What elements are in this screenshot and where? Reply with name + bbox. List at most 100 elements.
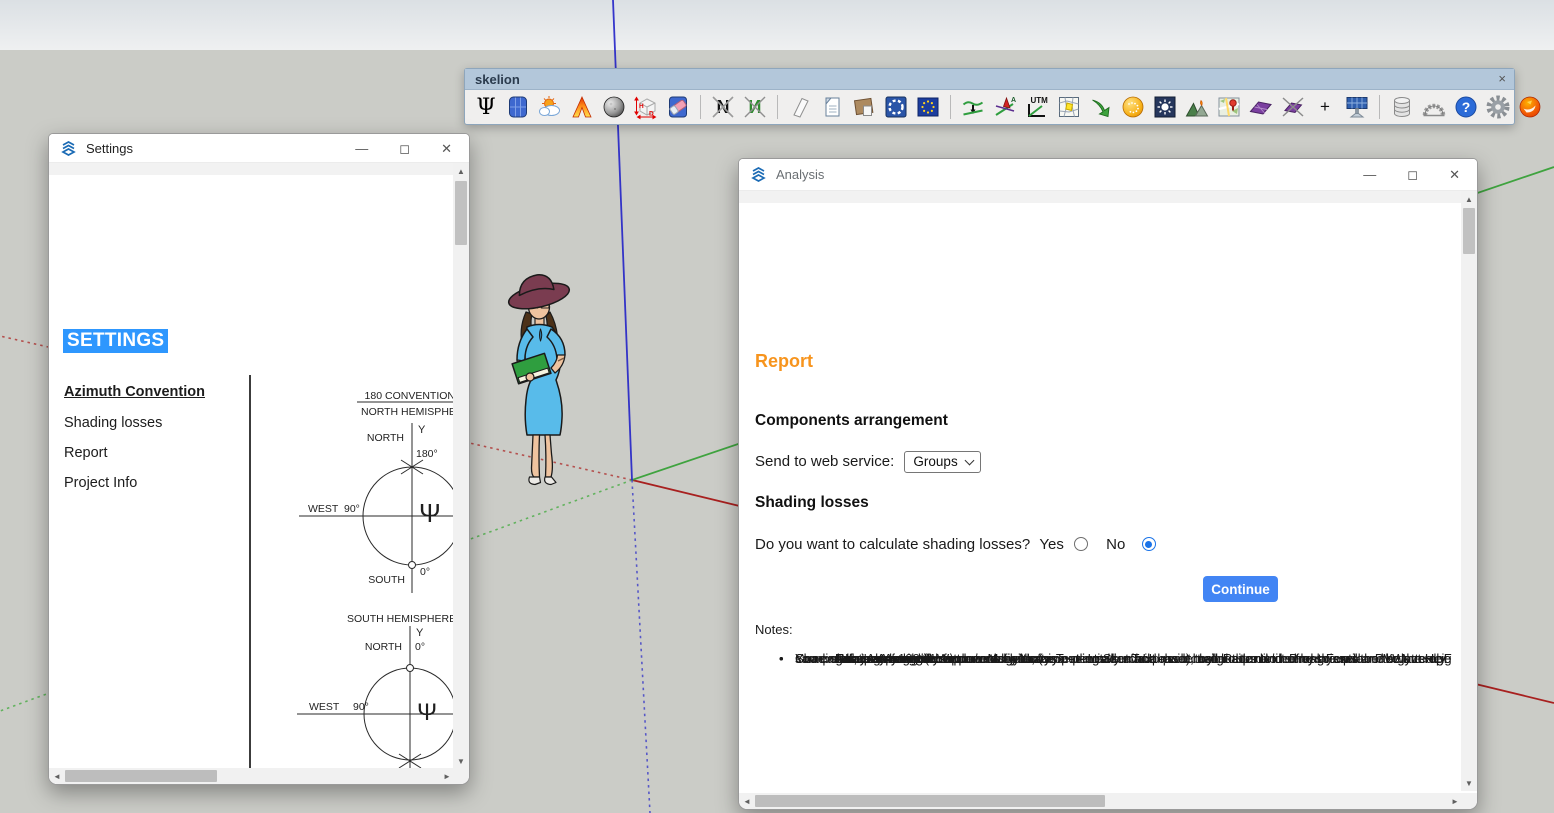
skelion-logo-icon[interactable] xyxy=(1516,93,1544,121)
pv-station-icon[interactable] xyxy=(1343,93,1371,121)
components-arrangement-heading: Components arrangement xyxy=(755,412,948,430)
scroll-down-icon[interactable]: ▼ xyxy=(453,753,469,769)
svg-text:NORTH: NORTH xyxy=(365,641,402,653)
svg-text:90°: 90° xyxy=(353,701,369,713)
svg-text:Y: Y xyxy=(416,627,424,639)
nav-item-shading-losses[interactable]: Shading losses xyxy=(64,415,162,431)
mountains-icon[interactable] xyxy=(1183,93,1211,121)
moon-icon[interactable] xyxy=(600,93,628,121)
svg-text:SOUTH: SOUTH xyxy=(368,574,405,586)
settings-gear-icon[interactable] xyxy=(1484,93,1512,121)
svg-text:UTM: UTM xyxy=(1031,96,1049,105)
nav-item-project-info[interactable]: Project Info xyxy=(64,475,137,491)
svg-text:90°: 90° xyxy=(344,503,360,515)
scroll-left-icon[interactable]: ◄ xyxy=(739,793,755,809)
continue-button[interactable]: Continue xyxy=(1203,576,1278,602)
toolbar-titlebar[interactable]: skelion xyxy=(465,69,1514,90)
toolbar-close-icon[interactable]: × xyxy=(1498,71,1506,86)
dimensions-icon[interactable]: H D xyxy=(632,93,660,121)
maximize-button[interactable]: ◻ xyxy=(1407,168,1418,181)
sun-position-icon[interactable] xyxy=(1151,93,1179,121)
settings-titlebar[interactable]: Settings — ◻ ✕ xyxy=(49,134,469,163)
send-to-web-service-select[interactable]: Groups xyxy=(904,451,980,473)
analysis-window: Analysis — ◻ ✕ Report Components arrange… xyxy=(738,158,1478,810)
scroll-thumb[interactable] xyxy=(1463,208,1475,254)
scroll-thumb[interactable] xyxy=(455,181,467,245)
orange-sphere-icon[interactable] xyxy=(1119,93,1147,121)
svg-text:?: ? xyxy=(1462,99,1471,115)
utm-icon[interactable]: UTM xyxy=(1023,93,1051,121)
compass-icon[interactable]: A xyxy=(991,93,1019,121)
map-location-icon[interactable] xyxy=(1215,93,1243,121)
nav-item-azimuth-convention[interactable]: Azimuth Convention xyxy=(64,384,205,400)
weather-icon[interactable] xyxy=(536,93,564,121)
maximize-button[interactable]: ◻ xyxy=(399,142,410,155)
svg-text:A: A xyxy=(1011,97,1016,104)
irradiation-map-icon[interactable] xyxy=(568,93,596,121)
shading-question-row: Do you want to calculate shading losses?… xyxy=(755,536,1156,553)
eu-flag-icon[interactable] xyxy=(914,93,942,121)
minimize-button[interactable]: — xyxy=(1363,168,1376,181)
toolbar-separator xyxy=(700,95,701,119)
chevron-down-icon xyxy=(964,455,974,465)
selected-option: Groups xyxy=(913,454,957,469)
close-button[interactable]: ✕ xyxy=(1449,168,1460,181)
azimuth-diagram-south: SOUTH HEMISPHERE Y NORTH 0° WEST 90° SOU… xyxy=(289,610,455,785)
send-to-web-service-label: Send to web service: xyxy=(755,453,894,470)
database-icon[interactable] xyxy=(1388,93,1416,121)
settings-content: SETTINGS Azimuth Convention Shading loss… xyxy=(49,163,455,785)
green-arrow-icon[interactable] xyxy=(1087,93,1115,121)
svg-text:WEST: WEST xyxy=(309,701,340,713)
analysis-vertical-scrollbar[interactable]: ▲ ▼ xyxy=(1461,191,1477,791)
scroll-up-icon[interactable]: ▲ xyxy=(453,163,469,179)
analysis-window-title: Analysis xyxy=(776,167,824,182)
report-heading: Report xyxy=(755,351,813,372)
array-view-icon[interactable] xyxy=(1247,93,1275,121)
scroll-up-icon[interactable]: ▲ xyxy=(1461,191,1477,207)
settings-horizontal-scrollbar[interactable]: ◄ ► xyxy=(49,768,455,784)
scroll-left-icon[interactable]: ◄ xyxy=(49,768,65,784)
toolbar-title: skelion xyxy=(475,72,520,87)
report-pad-icon[interactable] xyxy=(818,93,846,121)
svg-text:0°: 0° xyxy=(415,641,425,653)
ground-panel-icon[interactable] xyxy=(850,93,878,121)
settings-window: Settings — ◻ ✕ SETTINGS Azimuth Conventi… xyxy=(48,133,470,785)
svg-text:Y: Y xyxy=(418,424,426,436)
psi-tool-icon[interactable]: Ψ xyxy=(472,93,500,121)
scroll-down-icon[interactable]: ▼ xyxy=(1461,775,1477,791)
notes-label: Notes: xyxy=(755,622,1463,638)
nav-item-report[interactable]: Report xyxy=(64,445,108,461)
show-labels-icon[interactable]: И xyxy=(741,93,769,121)
hide-labels-icon[interactable]: N xyxy=(709,93,737,121)
analysis-horizontal-scrollbar[interactable]: ◄ ► xyxy=(739,793,1463,809)
remove-array-icon[interactable] xyxy=(1279,93,1307,121)
eraser-icon[interactable] xyxy=(664,93,692,121)
azimuth-diagram-north: 180 CONVENTION NORTH HEMISPHERE Y NORTH … xyxy=(289,385,455,607)
map-grid-icon[interactable] xyxy=(1055,93,1083,121)
yes-label: Yes xyxy=(1039,536,1063,553)
svg-text:NORTH HEMISPHERE: NORTH HEMISPHERE xyxy=(361,406,455,418)
analysis-titlebar[interactable]: Analysis — ◻ ✕ xyxy=(739,159,1477,191)
terrain-slope-icon[interactable] xyxy=(959,93,987,121)
arch-structure-icon[interactable] xyxy=(1420,93,1448,121)
analysis-content: Report Components arrangement Send to we… xyxy=(739,191,1463,791)
solar-panel-icon[interactable] xyxy=(504,93,532,121)
close-button[interactable]: ✕ xyxy=(441,142,452,155)
sketchup-viewport: skelion × Ψ xyxy=(0,0,1554,813)
svg-text:0°: 0° xyxy=(420,566,430,578)
scroll-thumb[interactable] xyxy=(755,795,1105,807)
content-top-strip xyxy=(739,191,1463,203)
minimize-button[interactable]: — xyxy=(355,142,368,155)
plus-tool-icon[interactable]: + xyxy=(1311,93,1339,121)
tilted-surface-icon[interactable] xyxy=(786,93,814,121)
settings-page-heading: SETTINGS xyxy=(63,329,168,353)
scroll-thumb[interactable] xyxy=(65,770,217,782)
svg-text:Ψ: Ψ xyxy=(417,699,437,726)
settings-vertical-scrollbar[interactable]: ▲ ▼ xyxy=(453,163,469,769)
dashed-circle-icon[interactable] xyxy=(882,93,910,121)
svg-text:180 CONVENTION: 180 CONVENTION xyxy=(365,390,455,402)
yes-radio[interactable] xyxy=(1074,537,1088,551)
help-icon[interactable]: ? xyxy=(1452,93,1480,121)
svg-text:NORTH: NORTH xyxy=(367,432,404,444)
no-radio[interactable] xyxy=(1142,537,1156,551)
